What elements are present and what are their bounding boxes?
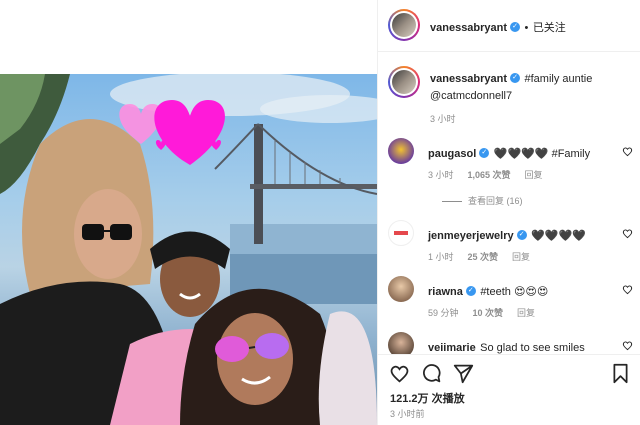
caption-time: 3 小时 bbox=[430, 114, 456, 124]
comment-meta: 1 小时 25 次赞 回复 bbox=[428, 250, 544, 263]
post-side-panel: vanessabryant ✓ • 已关注 vanessabryant ✓ #fam… bbox=[377, 0, 640, 425]
verified-icon: ✓ bbox=[465, 285, 476, 296]
reply-button[interactable]: 回复 bbox=[525, 170, 543, 180]
comment-username[interactable]: veiimarie bbox=[428, 342, 476, 354]
verified-icon: ✓ bbox=[510, 21, 521, 32]
comment-time: 59 分钟 bbox=[428, 308, 459, 318]
comment-username[interactable]: jenmeyerjewelry bbox=[428, 230, 514, 242]
follow-state-button[interactable]: 已关注 bbox=[533, 22, 566, 34]
comment-meta: 3 小时 1,065 次赞 回复 bbox=[428, 168, 557, 181]
caption-text: vanessabryant ✓ #family auntie @catmcdonn… bbox=[430, 70, 620, 104]
comment-text: jenmeyerjewelry ✓ 🖤🖤🖤🖤 bbox=[428, 226, 618, 244]
comment-body: #teeth 😍😍😍 bbox=[480, 286, 549, 298]
commenter-avatar[interactable] bbox=[388, 138, 414, 164]
comment-username[interactable]: paugasol bbox=[428, 148, 476, 160]
photo-scene bbox=[0, 74, 377, 425]
heart-outline-icon[interactable] bbox=[622, 340, 633, 351]
verified-icon: ✓ bbox=[516, 229, 527, 240]
comment-likes[interactable]: 1,065 次赞 bbox=[468, 170, 511, 180]
commenter-avatar[interactable] bbox=[388, 276, 414, 302]
caption-avatar[interactable] bbox=[388, 66, 420, 98]
paper-plane-icon[interactable] bbox=[453, 363, 474, 384]
reply-button[interactable]: 回复 bbox=[517, 308, 535, 318]
header-user-line: vanessabryant ✓ • 已关注 bbox=[430, 18, 566, 36]
verified-icon: ✓ bbox=[479, 147, 490, 158]
comment-meta: 59 分钟 10 次赞 回复 bbox=[428, 306, 549, 319]
comment-body: 🖤🖤🖤🖤 #Family bbox=[493, 148, 591, 160]
comment-text: paugasol ✓ 🖤🖤🖤🖤 #Family bbox=[428, 144, 618, 162]
comment-likes[interactable]: 10 次赞 bbox=[473, 308, 504, 318]
caption-mention[interactable]: @catmcdonnell7 bbox=[430, 90, 512, 102]
header-username[interactable]: vanessabryant bbox=[430, 22, 507, 34]
caption: vanessabryant ✓ #family auntie @catmcdonn… bbox=[388, 66, 633, 130]
comment-item: veiimarie So glad to see smiles bbox=[388, 332, 633, 354]
view-replies-button[interactable]: 查看回复 (16) bbox=[442, 194, 537, 207]
comment-body: 🖤🖤🖤🖤 bbox=[531, 230, 586, 242]
comment-body: So glad to see smiles bbox=[480, 342, 585, 354]
bookmark-icon[interactable] bbox=[611, 363, 630, 384]
verified-icon: ✓ bbox=[510, 72, 521, 83]
comment-username[interactable]: riawna bbox=[428, 286, 463, 298]
heart-outline-icon[interactable] bbox=[622, 228, 633, 239]
play-count[interactable]: 121.2万 次播放 bbox=[390, 390, 465, 406]
comment-text: riawna ✓ #teeth 😍😍😍 bbox=[428, 282, 618, 300]
avatar[interactable] bbox=[388, 9, 420, 41]
comment-likes[interactable]: 25 次赞 bbox=[468, 252, 499, 262]
post-header: vanessabryant ✓ • 已关注 bbox=[378, 0, 640, 52]
comment-time: 3 小时 bbox=[428, 170, 454, 180]
heart-outline-icon[interactable] bbox=[389, 363, 410, 384]
action-bar: 121.2万 次播放 3 小时前 bbox=[378, 354, 640, 425]
header-separator: • bbox=[524, 22, 529, 34]
post-photo[interactable] bbox=[0, 74, 377, 425]
commenter-avatar[interactable] bbox=[388, 332, 414, 354]
caption-username[interactable]: vanessabryant bbox=[430, 73, 507, 85]
caption-body: auntie bbox=[559, 73, 593, 85]
comment-item: jenmeyerjewelry ✓ 🖤🖤🖤🖤 1 小时 25 次赞 回复 bbox=[388, 220, 633, 264]
comment-item: paugasol ✓ 🖤🖤🖤🖤 #Family 3 小时 1,065 次赞 回复 查看… bbox=[388, 138, 633, 210]
comment-time: 1 小时 bbox=[428, 252, 454, 262]
reply-button[interactable]: 回复 bbox=[512, 252, 530, 262]
comments-list: vanessabryant ✓ #family auntie @catmcdonn… bbox=[378, 54, 640, 354]
caption-hashtag[interactable]: #family bbox=[525, 73, 560, 85]
comment-item: riawna ✓ #teeth 😍😍😍 59 分钟 10 次赞 回复 bbox=[388, 276, 633, 320]
commenter-avatar[interactable] bbox=[388, 220, 414, 246]
comment-text: veiimarie So glad to see smiles bbox=[428, 338, 618, 354]
heart-outline-icon[interactable] bbox=[622, 146, 633, 157]
comment-bubble-icon[interactable] bbox=[421, 363, 442, 384]
post-time: 3 小时前 bbox=[390, 409, 425, 419]
heart-outline-icon[interactable] bbox=[622, 284, 633, 295]
